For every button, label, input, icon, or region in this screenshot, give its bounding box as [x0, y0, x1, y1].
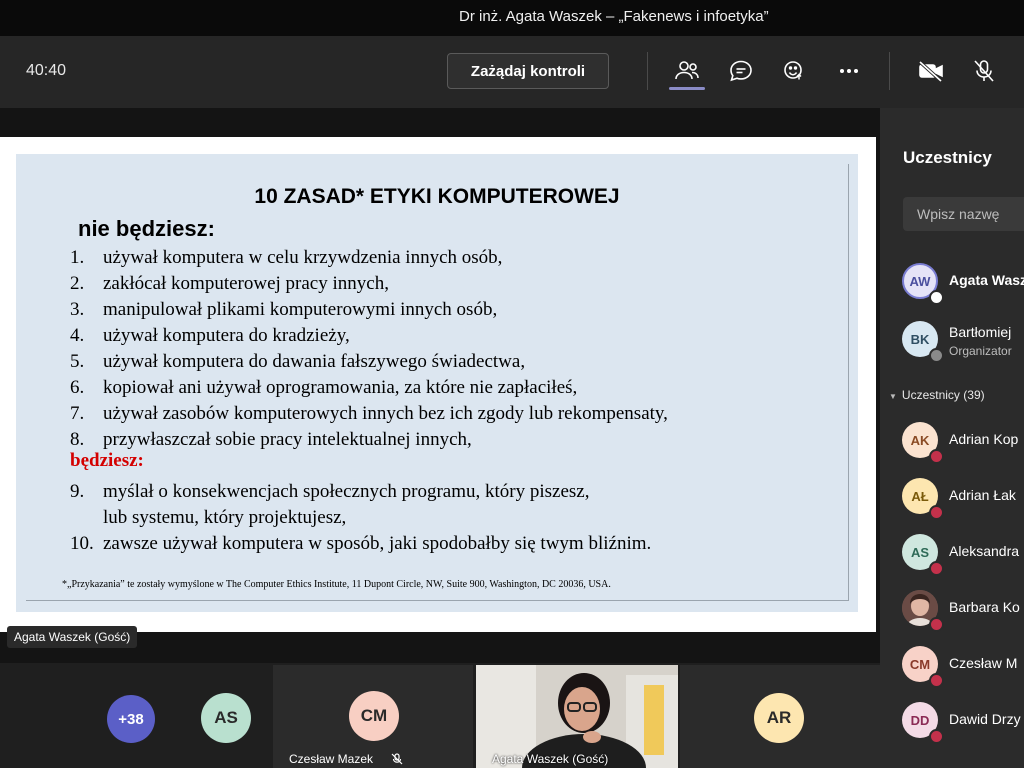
avatar: AR — [754, 693, 804, 743]
participant-tile[interactable]: CM Czesław Mazek — [273, 665, 473, 768]
mic-off-icon — [391, 753, 403, 765]
chat-icon[interactable] — [725, 56, 757, 86]
people-icon[interactable] — [671, 56, 703, 86]
avatar: CM — [349, 691, 399, 741]
meeting-toolbar: 40:40 Zażądaj kontroli — [0, 36, 1024, 108]
participant-name: Bartłomiej — [949, 324, 1012, 340]
participant-name: Czesław Mazek — [289, 752, 374, 766]
rule-item: 3. manipulował plikami komputerowymi inny… — [70, 299, 498, 320]
slide-footnote: *„Przykazania” te zostały wymyślone w Th… — [62, 579, 611, 590]
rule-item: 2. zakłócał komputerowej pracy innych, — [70, 273, 389, 294]
participant-row[interactable]: AK Adrian Kop — [902, 422, 1024, 466]
avatar: AS — [201, 693, 251, 743]
title-bar: Dr inż. Agata Waszek – „Fakenews i infoe… — [0, 0, 1024, 36]
more-participants-button[interactable]: +38 — [107, 695, 155, 743]
participant-name: Aleksandra — [949, 543, 1020, 559]
participant-row[interactable]: AW Agata Waszek — [902, 263, 1024, 307]
presentation-slide: 10 ZASAD* ETYKI KOMPUTEROWEJ nie będzies… — [16, 154, 858, 612]
rule-item: 4. używał komputera do kradzieży, — [70, 325, 350, 346]
people-active-indicator — [669, 87, 705, 90]
rule-item: 9. myślał o konsekwencjach społecznych pr… — [70, 481, 590, 502]
rule-item: 5. używał komputera do dawania fałszywego… — [70, 351, 526, 372]
participant-row[interactable]: CM Czesław M — [902, 646, 1024, 690]
status-indicator — [929, 348, 944, 363]
participant-tile[interactable]: AR — [680, 665, 880, 768]
participant-row[interactable]: AŁ Adrian Łak — [902, 478, 1024, 522]
status-indicator — [929, 729, 944, 744]
meeting-timer: 40:40 — [26, 62, 67, 79]
rule-item: 7. używał zasobów komputerowych innych be… — [70, 403, 668, 424]
participant-gallery: +38 AS CM Czesław Mazek Agata Waszek (Go… — [0, 663, 880, 768]
toolbar-divider — [889, 52, 890, 90]
participant-row[interactable]: BK Bartłomiej Organizator — [902, 321, 1024, 365]
slide-subtitle: nie będziesz: — [78, 216, 215, 241]
rule-item: 10. zawsze używał komputera w sposób, jak… — [70, 533, 652, 554]
participant-search-input[interactable] — [903, 197, 1024, 231]
attendees-section-header[interactable]: ▼ Uczestnicy (39) — [889, 388, 985, 402]
participant-name: Adrian Łak — [949, 487, 1016, 503]
participant-name: Adrian Kop — [949, 431, 1019, 447]
rule-item: 1. używał komputera w celu krzywdzenia in… — [70, 247, 503, 268]
status-indicator — [929, 505, 944, 520]
camera-off-icon[interactable] — [915, 56, 947, 86]
participant-name: Dawid Drzy — [949, 711, 1021, 727]
status-indicator — [929, 290, 944, 305]
positive-heading: będziesz: — [70, 450, 144, 471]
status-indicator — [929, 561, 944, 576]
participants-panel: Uczestnicy AW Agata Waszek BK Bartłomiej… — [880, 108, 1024, 768]
participant-row[interactable]: AS Aleksandra — [902, 534, 1024, 578]
status-indicator — [929, 617, 944, 632]
participant-name: Agata Waszek — [949, 272, 1024, 288]
participant-video[interactable]: Agata Waszek (Gość) — [476, 665, 678, 768]
toolbar-divider — [647, 52, 648, 90]
participant-name: Barbara Ko — [949, 599, 1020, 615]
window-title: Dr inż. Agata Waszek – „Fakenews i infoe… — [459, 8, 769, 25]
slide-title: 10 ZASAD* ETYKI KOMPUTEROWEJ — [254, 185, 620, 208]
participant-role: Organizator — [949, 344, 1012, 358]
mic-off-icon[interactable] — [968, 56, 1000, 86]
rule-item-continuation: lub systemu, który projektujesz, — [103, 507, 347, 528]
participant-row[interactable]: Barbara Ko — [902, 590, 1024, 634]
rule-item: 8. przywłaszczał sobie pracy intelektualn… — [70, 429, 472, 450]
participant-name: Agata Waszek (Gość) — [492, 752, 609, 766]
status-indicator — [929, 673, 944, 688]
shared-screen: 10 ZASAD* ETYKI KOMPUTEROWEJ nie będzies… — [0, 137, 876, 632]
status-indicator — [929, 449, 944, 464]
content-stage: 10 ZASAD* ETYKI KOMPUTEROWEJ nie będzies… — [0, 108, 880, 663]
request-control-button[interactable]: Zażądaj kontroli — [447, 53, 609, 89]
more-icon[interactable] — [833, 56, 865, 86]
chevron-down-icon: ▼ — [889, 392, 897, 401]
rule-item: 6. kopiował ani używał oprogramowania, za… — [70, 377, 578, 398]
panel-title: Uczestnicy — [903, 148, 992, 167]
participant-row[interactable]: DD Dawid Drzy — [902, 702, 1024, 746]
participant-name: Czesław M — [949, 655, 1018, 671]
reactions-icon[interactable] — [779, 56, 811, 86]
presenter-label: Agata Waszek (Gość) — [7, 626, 138, 648]
